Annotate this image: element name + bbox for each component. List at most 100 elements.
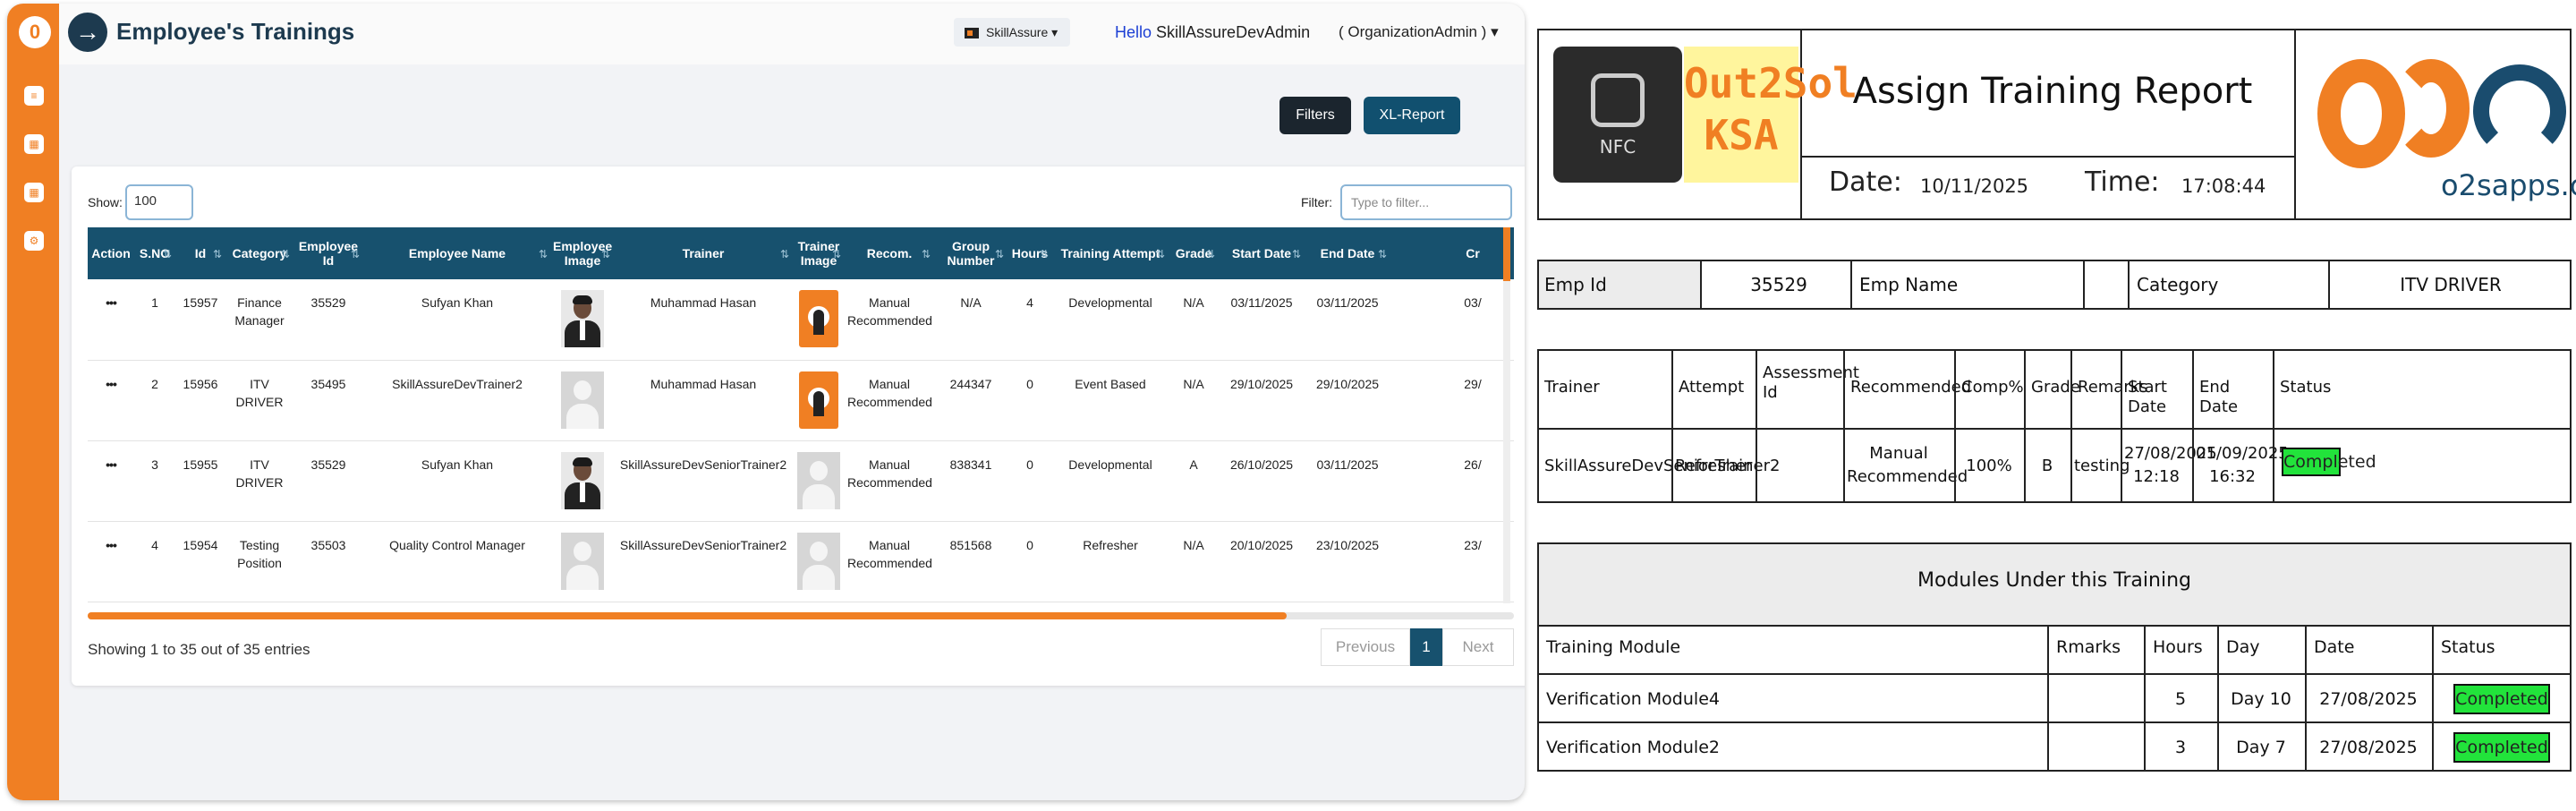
column-header[interactable]: S.NO ⇅ bbox=[134, 227, 175, 279]
module-hours-cell: 5 bbox=[2174, 689, 2187, 709]
org-logo-icon bbox=[965, 28, 979, 39]
module-date-cell: 27/08/2025 bbox=[2319, 738, 2418, 757]
table-card: Show: 100 Filter: Type to filter... Acti… bbox=[72, 166, 1525, 686]
table-row[interactable]: ••• 4 15954 Testing Position 35503 Quality Co… bbox=[88, 521, 1514, 602]
sort-icon[interactable]: ⇅ bbox=[1206, 247, 1215, 261]
role-label: ( OrganizationAdmin ) bbox=[1339, 23, 1487, 40]
cell-sno: 2 bbox=[134, 360, 175, 441]
previous-page-button[interactable]: Previous bbox=[1321, 628, 1410, 666]
training-table bbox=[1537, 349, 2572, 503]
sort-icon[interactable]: ⇅ bbox=[832, 247, 841, 261]
employee-image-cell bbox=[551, 440, 614, 522]
nfc-label: NFC bbox=[1599, 136, 1637, 158]
column-header[interactable]: Employee Name ⇅ bbox=[363, 227, 551, 279]
greeting-prefix: Hello bbox=[1115, 23, 1152, 41]
gear-icon[interactable]: ⚙ bbox=[24, 231, 44, 251]
category-label: Category bbox=[2137, 274, 2219, 295]
cell-recom: Manual Recommended bbox=[845, 279, 934, 361]
horizontal-scrollbar[interactable] bbox=[88, 612, 1514, 619]
xl-report-button[interactable]: XL-Report bbox=[1364, 97, 1460, 134]
column-header[interactable]: Recom. ⇅ bbox=[845, 227, 934, 279]
filters-button[interactable]: Filters bbox=[1279, 97, 1351, 134]
table-row[interactable]: ••• 1 15957 Finance Manager 35529 Sufyan Khan… bbox=[88, 279, 1514, 361]
sort-icon[interactable]: ⇅ bbox=[780, 247, 789, 261]
cell-emp-name: SkillAssureDevTrainer2 bbox=[363, 360, 551, 441]
avatar-placeholder-icon bbox=[797, 532, 840, 590]
cell-cr: 23/ bbox=[1390, 602, 1514, 603]
role-dropdown[interactable]: ( OrganizationAdmin ) ▾ bbox=[1339, 23, 1499, 41]
cell-recom: Manual Recommended bbox=[845, 521, 934, 602]
divider bbox=[1537, 721, 2572, 723]
column-header[interactable]: Grade ⇅ bbox=[1169, 227, 1219, 279]
training-header-cell: Remarks bbox=[2078, 378, 2148, 397]
sort-icon[interactable]: ⇅ bbox=[163, 247, 172, 261]
row-action-menu[interactable]: ••• bbox=[88, 602, 134, 603]
page-size-input[interactable]: 100 bbox=[125, 184, 193, 220]
column-header[interactable]: Trainer Image ⇅ bbox=[793, 227, 845, 279]
cell-hours: 0 bbox=[1007, 440, 1052, 522]
cell-category: ITV DRIVER bbox=[225, 360, 293, 441]
row-action-menu[interactable]: ••• bbox=[88, 279, 134, 361]
sort-icon[interactable]: ⇅ bbox=[213, 247, 222, 261]
sort-icon[interactable]: ⇅ bbox=[351, 247, 360, 261]
cell-id: 15955 bbox=[175, 440, 225, 522]
sort-icon[interactable]: ⇅ bbox=[539, 247, 548, 261]
table-row[interactable]: •••515953Testing35530testinguser SkillAss… bbox=[88, 602, 1514, 603]
row-action-menu[interactable]: ••• bbox=[88, 440, 134, 522]
sort-icon[interactable]: ⇅ bbox=[601, 247, 610, 261]
cell-grade: N/A bbox=[1169, 602, 1219, 603]
user-name: SkillAssureDevAdmin bbox=[1156, 23, 1311, 41]
column-header[interactable]: Training Attempt ⇅ bbox=[1052, 227, 1169, 279]
cell-start: 19/10/2025 bbox=[1219, 602, 1305, 603]
cell-emp-id: 35530 bbox=[293, 602, 363, 603]
cell-hours: 0 bbox=[1007, 521, 1052, 602]
vertical-scrollbar[interactable] bbox=[1503, 227, 1510, 603]
column-header[interactable]: Cr bbox=[1390, 227, 1514, 279]
column-header[interactable]: Group Number ⇅ bbox=[934, 227, 1007, 279]
training-header-cell: Assessment Id bbox=[1763, 363, 1859, 402]
calendar-icon[interactable]: ▦ bbox=[24, 134, 44, 154]
row-action-menu[interactable]: ••• bbox=[88, 521, 134, 602]
table-row[interactable]: ••• 3 15955 ITV DRIVER 35529 Sufyan Khan Skill… bbox=[88, 440, 1514, 522]
training-value-cell: Manual Recommended bbox=[1847, 444, 1968, 486]
page-1-button[interactable]: 1 bbox=[1410, 628, 1442, 666]
column-header[interactable]: End Date ⇅ bbox=[1305, 227, 1390, 279]
column-header[interactable]: Start Date ⇅ bbox=[1219, 227, 1305, 279]
next-page-button[interactable]: Next bbox=[1442, 628, 1514, 666]
sort-icon[interactable]: ⇅ bbox=[1040, 247, 1049, 261]
filter-input[interactable]: Type to filter... bbox=[1340, 184, 1512, 220]
sort-icon[interactable]: ⇅ bbox=[1378, 247, 1387, 261]
training-value-cell: SkillAssureDevSeniorTrainer2 bbox=[1544, 457, 1781, 475]
column-header[interactable]: Category ⇅ bbox=[225, 227, 293, 279]
sort-icon[interactable]: ⇅ bbox=[922, 247, 931, 261]
sort-icon[interactable]: ⇅ bbox=[995, 247, 1004, 261]
column-header[interactable]: Employee Id ⇅ bbox=[293, 227, 363, 279]
table-scroll-area[interactable]: Action S.NO ⇅ Id ⇅ Category ⇅ Employee Id ⇅ Emplo… bbox=[88, 227, 1514, 603]
divider bbox=[2083, 260, 2085, 310]
cell-grade: N/A bbox=[1169, 279, 1219, 361]
menu-list-icon[interactable]: ≡ bbox=[24, 86, 44, 106]
column-header[interactable]: Employee Image ⇅ bbox=[551, 227, 614, 279]
table-row[interactable]: ••• 2 15956 ITV DRIVER 35495 SkillAssureDevTr… bbox=[88, 360, 1514, 441]
row-action-menu[interactable]: ••• bbox=[88, 360, 134, 441]
trainings-table: Action S.NO ⇅ Id ⇅ Category ⇅ Employee Id ⇅ Emplo… bbox=[88, 227, 1514, 603]
horizontal-scroll-thumb[interactable] bbox=[88, 612, 1287, 619]
cell-attempt: Developmental bbox=[1052, 279, 1169, 361]
divider bbox=[1700, 260, 1702, 310]
column-header[interactable]: Hours ⇅ bbox=[1007, 227, 1052, 279]
vertical-scroll-thumb[interactable] bbox=[1503, 227, 1510, 281]
sort-icon[interactable]: ⇅ bbox=[1292, 247, 1301, 261]
grid-icon[interactable]: ▦ bbox=[24, 183, 44, 202]
avatar bbox=[561, 290, 604, 347]
org-selector[interactable]: SkillAssure ▾ bbox=[954, 18, 1071, 47]
sort-icon[interactable]: ⇅ bbox=[281, 247, 290, 261]
sort-icon[interactable]: ⇅ bbox=[1156, 247, 1165, 261]
back-arrow-icon[interactable]: → bbox=[68, 13, 107, 52]
column-header[interactable]: Action bbox=[88, 227, 134, 279]
category-value: ITV DRIVER bbox=[2400, 274, 2502, 295]
app-frame: 0 ≡ ▦ ▦ ⚙ → Employee's Trainings SkillAs… bbox=[7, 4, 1525, 800]
column-header[interactable]: Trainer ⇅ bbox=[614, 227, 793, 279]
app-logo-icon[interactable]: 0 bbox=[19, 16, 51, 48]
column-header[interactable]: Id ⇅ bbox=[175, 227, 225, 279]
cell-cr: 29/ bbox=[1390, 360, 1514, 441]
